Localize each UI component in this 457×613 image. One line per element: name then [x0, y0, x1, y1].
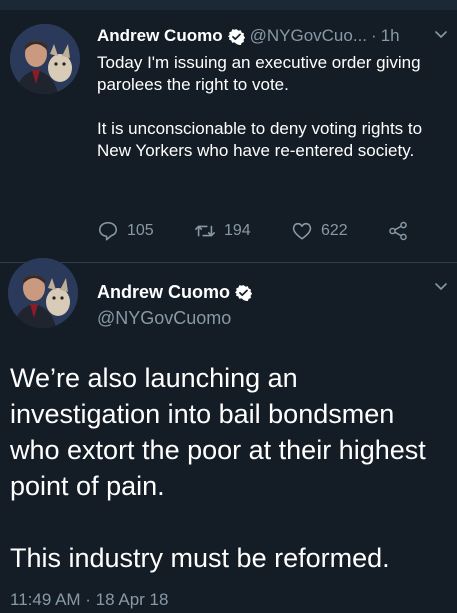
avatar[interactable]: [8, 258, 78, 328]
retweet-count: 194: [224, 222, 251, 239]
tweet-text: We’re also launching an investigation in…: [10, 360, 450, 576]
tweet-actions: 105 194 622: [97, 218, 427, 244]
separator: ·: [371, 26, 377, 45]
tweet-paragraph: It is unconscionable to deny voting righ…: [97, 119, 423, 160]
verified-badge-icon: [227, 28, 245, 45]
reply-button[interactable]: 105: [97, 218, 154, 244]
tweet-time[interactable]: 1h: [381, 26, 400, 46]
tweet-header: Andrew Cuomo @NYGovCuo... · 1h: [97, 24, 447, 48]
reply-icon: [98, 221, 118, 241]
tweet-card[interactable]: Andrew Cuomo @NYGovCuo... · 1h Today I'm…: [0, 10, 457, 263]
share-icon: [389, 221, 407, 241]
share-button[interactable]: [387, 218, 417, 244]
chevron-down-icon[interactable]: [433, 278, 449, 294]
author-name[interactable]: Andrew Cuomo: [97, 282, 230, 303]
avatar-photo: [10, 24, 80, 94]
chevron-down-icon[interactable]: [433, 26, 449, 42]
avatar-photo: [8, 258, 78, 328]
author-handle[interactable]: @NYGovCuo...: [250, 26, 367, 46]
tweet-paragraph: We’re also launching an investigation in…: [10, 363, 426, 501]
author-handle[interactable]: @NYGovCuomo: [97, 308, 231, 329]
avatar[interactable]: [10, 24, 80, 94]
retweet-icon: [195, 225, 215, 237]
heart-icon: [292, 222, 312, 240]
retweet-button[interactable]: 194: [194, 218, 251, 244]
verified-badge-icon: [235, 284, 253, 301]
author-name[interactable]: Andrew Cuomo: [97, 26, 223, 46]
tweet-paragraph: This industry must be reformed.: [10, 543, 390, 573]
tweet-timestamp[interactable]: 11:49 AM · 18 Apr 18: [10, 590, 168, 610]
top-strip: [0, 0, 457, 10]
tweet-text: Today I'm issuing an executive order giv…: [97, 52, 437, 162]
like-count: 622: [321, 222, 348, 239]
like-button[interactable]: 622: [291, 218, 348, 244]
tweet-header: Andrew Cuomo: [97, 280, 257, 304]
reply-count: 105: [127, 222, 154, 239]
tweet-paragraph: Today I'm issuing an executive order giv…: [97, 53, 421, 94]
